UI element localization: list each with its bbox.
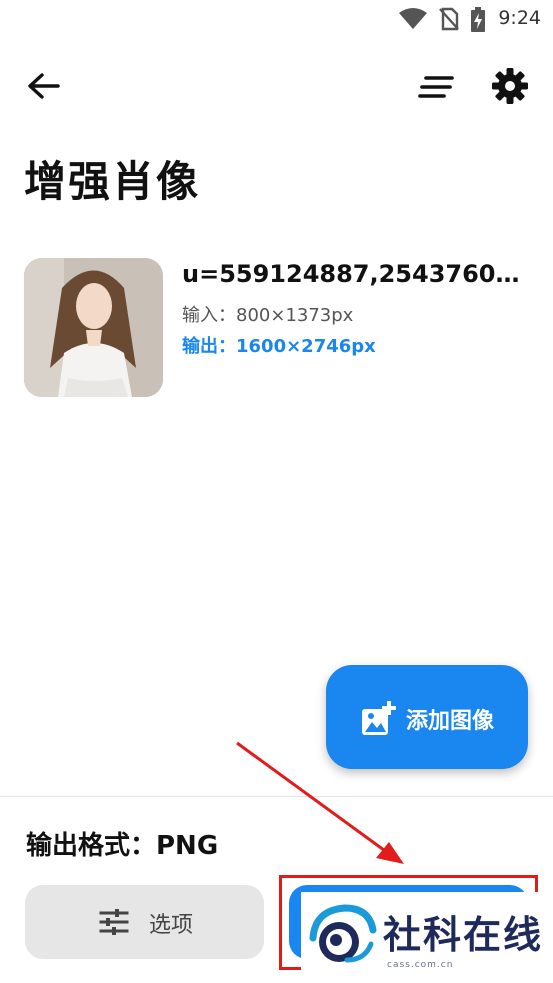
watermark: 社科在线 cass.com.cn xyxy=(301,892,551,980)
tune-icon xyxy=(99,909,129,935)
arrow-left-icon[interactable] xyxy=(24,66,64,106)
wifi-icon xyxy=(399,8,427,29)
image-list-item[interactable]: u=559124887,2543760… 输入：800×1373px 输出：16… xyxy=(24,258,534,398)
options-label: 选项 xyxy=(149,913,194,938)
gear-icon[interactable] xyxy=(490,66,530,106)
output-size-text: 输出：1600×2746px xyxy=(182,336,376,357)
watermark-subtext: cass.com.cn xyxy=(387,960,454,970)
page-title: 增强肖像 xyxy=(24,157,201,206)
image-thumbnail xyxy=(24,258,163,397)
no-sim-icon xyxy=(439,7,459,31)
input-size-text: 输入：800×1373px xyxy=(182,305,354,326)
sort-lines-icon[interactable] xyxy=(416,70,456,104)
status-time: 9:24 xyxy=(498,7,541,29)
output-format-label[interactable]: 输出格式：PNG xyxy=(26,825,218,862)
battery-charging-icon xyxy=(471,7,485,32)
status-bar: 9:24 xyxy=(0,0,553,38)
add-image-label: 添加图像 xyxy=(406,709,495,734)
watermark-text: 社科在线 xyxy=(383,913,544,957)
options-button[interactable]: 选项 xyxy=(25,885,264,959)
add-photo-icon xyxy=(362,701,396,735)
eye-logo-icon xyxy=(309,904,377,963)
add-image-button[interactable]: 添加图像 xyxy=(326,665,528,769)
image-filename: u=559124887,2543760… xyxy=(182,260,520,288)
